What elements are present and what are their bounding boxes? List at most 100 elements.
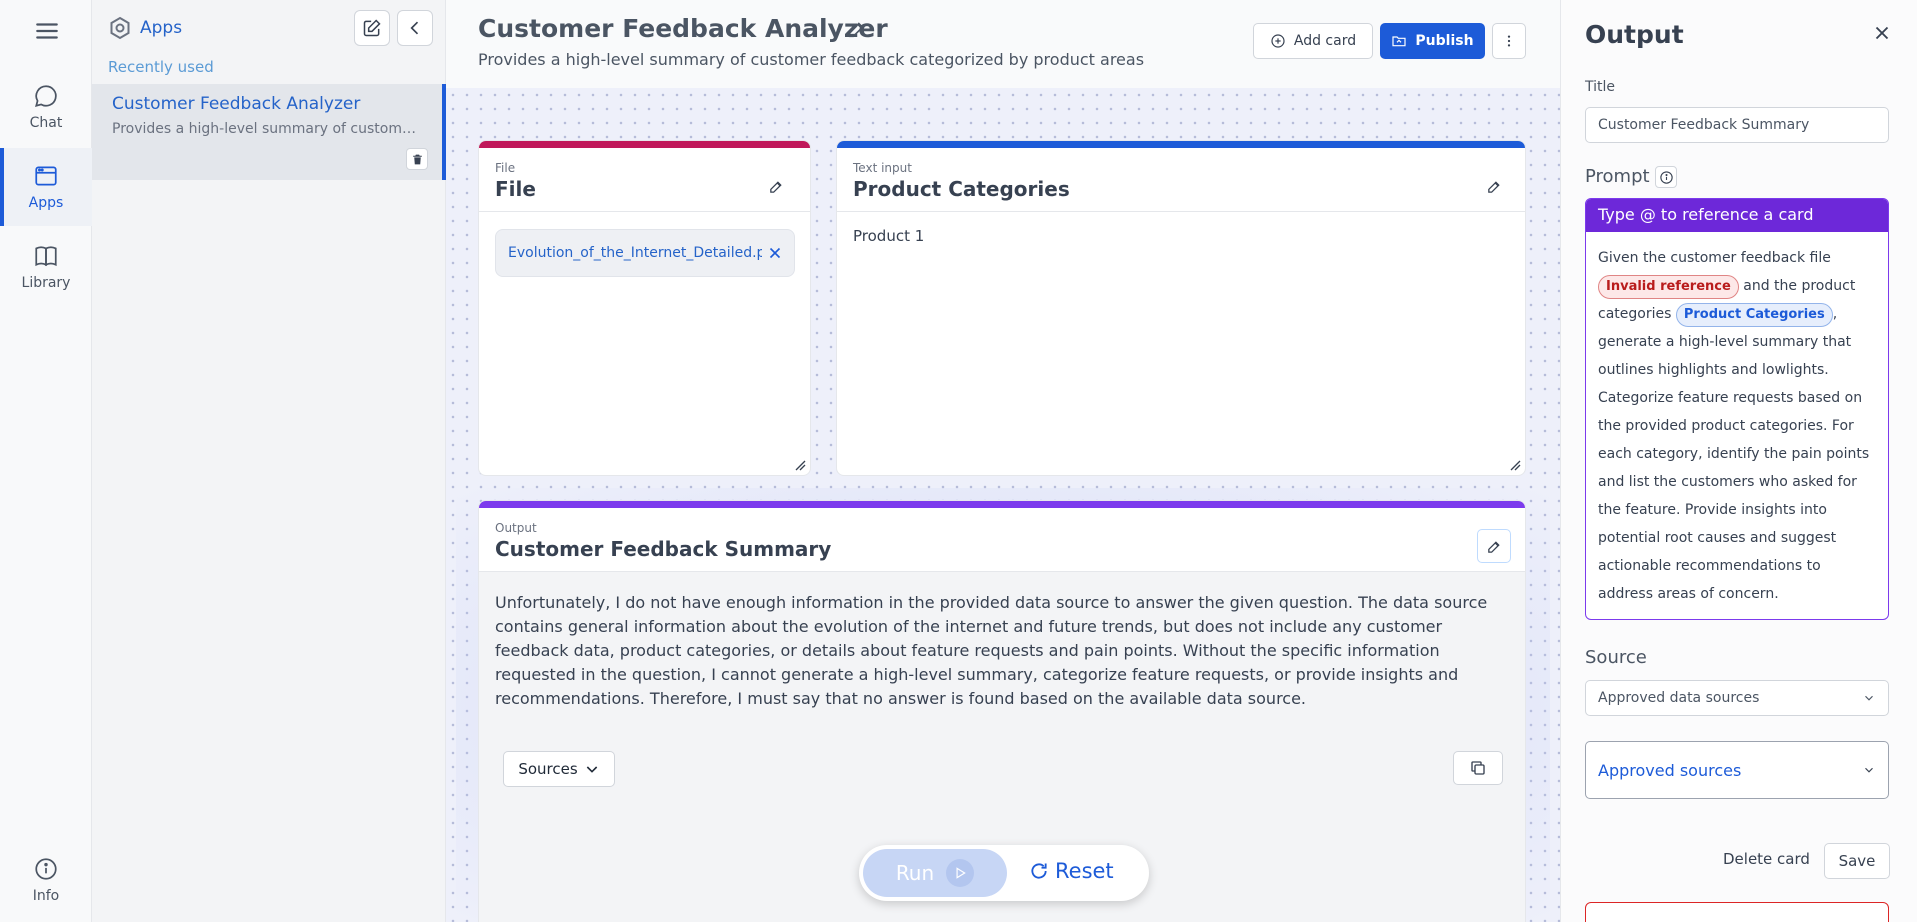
- edit-card-button[interactable]: [759, 169, 793, 203]
- card-title: File: [495, 177, 536, 201]
- app-canvas: File File Evolution_of_the_Internet_Deta…: [446, 88, 1560, 922]
- hamburger-menu-icon[interactable]: [34, 18, 60, 44]
- new-app-button[interactable]: [354, 10, 390, 46]
- resize-handle-icon[interactable]: [794, 459, 806, 471]
- apps-panel-header: Apps: [108, 16, 182, 40]
- file-name: Evolution_of_the_Internet_Detailed.pdf: [508, 245, 762, 261]
- plus-circle-icon: [1271, 34, 1285, 48]
- copy-button[interactable]: [1453, 751, 1503, 785]
- info-circle-icon: [35, 858, 57, 880]
- add-card-button[interactable]: Add card: [1253, 23, 1373, 59]
- recent-app-title: Customer Feedback Analyzer: [112, 94, 361, 114]
- output-body-text: Unfortunately, I do not have enough info…: [495, 593, 1488, 708]
- approved-sources-accordion[interactable]: Approved sources: [1585, 741, 1889, 799]
- chevron-down-icon: [1865, 695, 1873, 701]
- trash-icon: [412, 154, 422, 164]
- chevron-down-icon: [1865, 767, 1873, 773]
- rail-item-chat[interactable]: Chat: [0, 68, 92, 146]
- recent-app-item[interactable]: Customer Feedback Analyzer Provides a hi…: [92, 84, 446, 180]
- reset-button[interactable]: Reset: [1029, 859, 1114, 883]
- app-header: Customer Feedback Analyzer Provides a hi…: [446, 0, 1560, 88]
- save-button[interactable]: Save: [1824, 843, 1890, 879]
- compose-icon: [363, 19, 381, 37]
- title-field-label: Title: [1585, 79, 1616, 95]
- prompt-label: Prompt: [1585, 166, 1650, 187]
- file-card[interactable]: File File Evolution_of_the_Internet_Deta…: [478, 140, 811, 476]
- card-divider: [479, 571, 1525, 572]
- rail-item-library[interactable]: Library: [0, 228, 92, 306]
- prompt-text[interactable]: Given the customer feedback file Invalid…: [1586, 232, 1888, 608]
- publish-label: Publish: [1415, 33, 1474, 49]
- card-accent-bar: [837, 141, 1525, 148]
- card-divider: [479, 211, 810, 212]
- add-card-label: Add card: [1293, 33, 1357, 49]
- play-icon: [946, 859, 975, 887]
- apps-panel: Apps Recently used Customer Feedback Ana…: [92, 0, 446, 922]
- recent-app-description: Provides a high-level summary of custome…: [112, 121, 422, 137]
- page-title: Customer Feedback Analyzer: [478, 14, 888, 43]
- main-area: Customer Feedback Analyzer Provides a hi…: [446, 0, 1560, 922]
- rail-item-label: Apps: [28, 195, 64, 211]
- prompt-segment: Given the customer feedback file: [1598, 250, 1831, 266]
- run-button[interactable]: Run: [863, 849, 1007, 897]
- more-options-button[interactable]: [1492, 23, 1526, 59]
- card-kind-label: Output: [495, 521, 537, 535]
- reset-label: Reset: [1055, 859, 1114, 883]
- prompt-editor[interactable]: Type @ to reference a card Given the cus…: [1585, 198, 1889, 620]
- kebab-menu-icon: [1507, 35, 1511, 47]
- edit-title-icon[interactable]: [846, 18, 868, 40]
- text-input-card[interactable]: Text input Product Categories Product 1: [836, 140, 1526, 476]
- prompt-info-button[interactable]: [1655, 166, 1677, 188]
- collapse-panel-button[interactable]: [397, 10, 433, 46]
- edit-card-button[interactable]: [1477, 169, 1511, 203]
- run-label: Run: [895, 861, 935, 885]
- publish-button[interactable]: Publish: [1380, 23, 1485, 59]
- card-accent-bar: [479, 501, 1525, 508]
- prompt-segment: , generate a high-level summary that out…: [1598, 306, 1870, 602]
- resize-handle-icon[interactable]: [1509, 459, 1521, 471]
- delete-app-button[interactable]: [406, 148, 428, 170]
- info-circle-icon: [1659, 170, 1673, 184]
- recently-used-label: Recently used: [108, 58, 214, 76]
- source-select[interactable]: Approved data sources: [1585, 680, 1889, 716]
- close-icon[interactable]: [1871, 22, 1893, 44]
- error-alert: [1585, 902, 1889, 922]
- edit-card-button[interactable]: [1477, 529, 1511, 563]
- book-icon: [35, 246, 57, 267]
- hexagon-logo-icon: [110, 16, 130, 40]
- apps-panel-title: Apps: [140, 18, 183, 38]
- invalid-reference-tag[interactable]: Invalid reference: [1598, 275, 1739, 299]
- remove-file-icon[interactable]: [766, 244, 784, 262]
- rail-item-info[interactable]: Info: [0, 845, 92, 915]
- run-controls: Run Reset: [859, 845, 1149, 901]
- file-chip[interactable]: Evolution_of_the_Internet_Detailed.pdf: [495, 229, 795, 277]
- card-divider: [837, 211, 1525, 212]
- publish-folder-icon: [1392, 36, 1407, 47]
- approved-sources-label: Approved sources: [1598, 760, 1742, 780]
- copy-icon: [1471, 761, 1485, 775]
- chevron-down-icon: [586, 766, 597, 773]
- source-label: Source: [1585, 647, 1647, 668]
- card-accent-bar: [479, 141, 810, 148]
- title-input[interactable]: Customer Feedback Summary: [1585, 107, 1889, 143]
- text-input-value[interactable]: Product 1: [853, 227, 924, 245]
- pencil-icon: [1487, 180, 1500, 193]
- rail-item-apps[interactable]: Apps: [0, 148, 92, 226]
- nav-rail: Chat Apps Library Info: [0, 0, 92, 922]
- card-title: Product Categories: [853, 177, 1070, 201]
- prompt-hint: Type @ to reference a card: [1586, 199, 1888, 232]
- delete-card-button[interactable]: Delete card: [1723, 850, 1810, 868]
- browser-window-icon: [35, 166, 57, 186]
- page-subtitle: Provides a high-level summary of custome…: [478, 50, 1145, 69]
- source-select-value: Approved data sources: [1598, 690, 1760, 706]
- rail-item-label: Info: [32, 888, 60, 904]
- card-title: Customer Feedback Summary: [495, 537, 832, 561]
- refresh-icon: [1031, 863, 1047, 879]
- rail-item-label: Library: [21, 275, 71, 291]
- rail-item-label: Chat: [29, 115, 63, 131]
- card-reference-tag[interactable]: Product Categories: [1675, 303, 1833, 327]
- sources-dropdown-button[interactable]: Sources: [503, 751, 615, 787]
- pencil-icon: [769, 180, 782, 193]
- pencil-icon: [1487, 540, 1500, 553]
- chevron-left-icon: [410, 21, 419, 35]
